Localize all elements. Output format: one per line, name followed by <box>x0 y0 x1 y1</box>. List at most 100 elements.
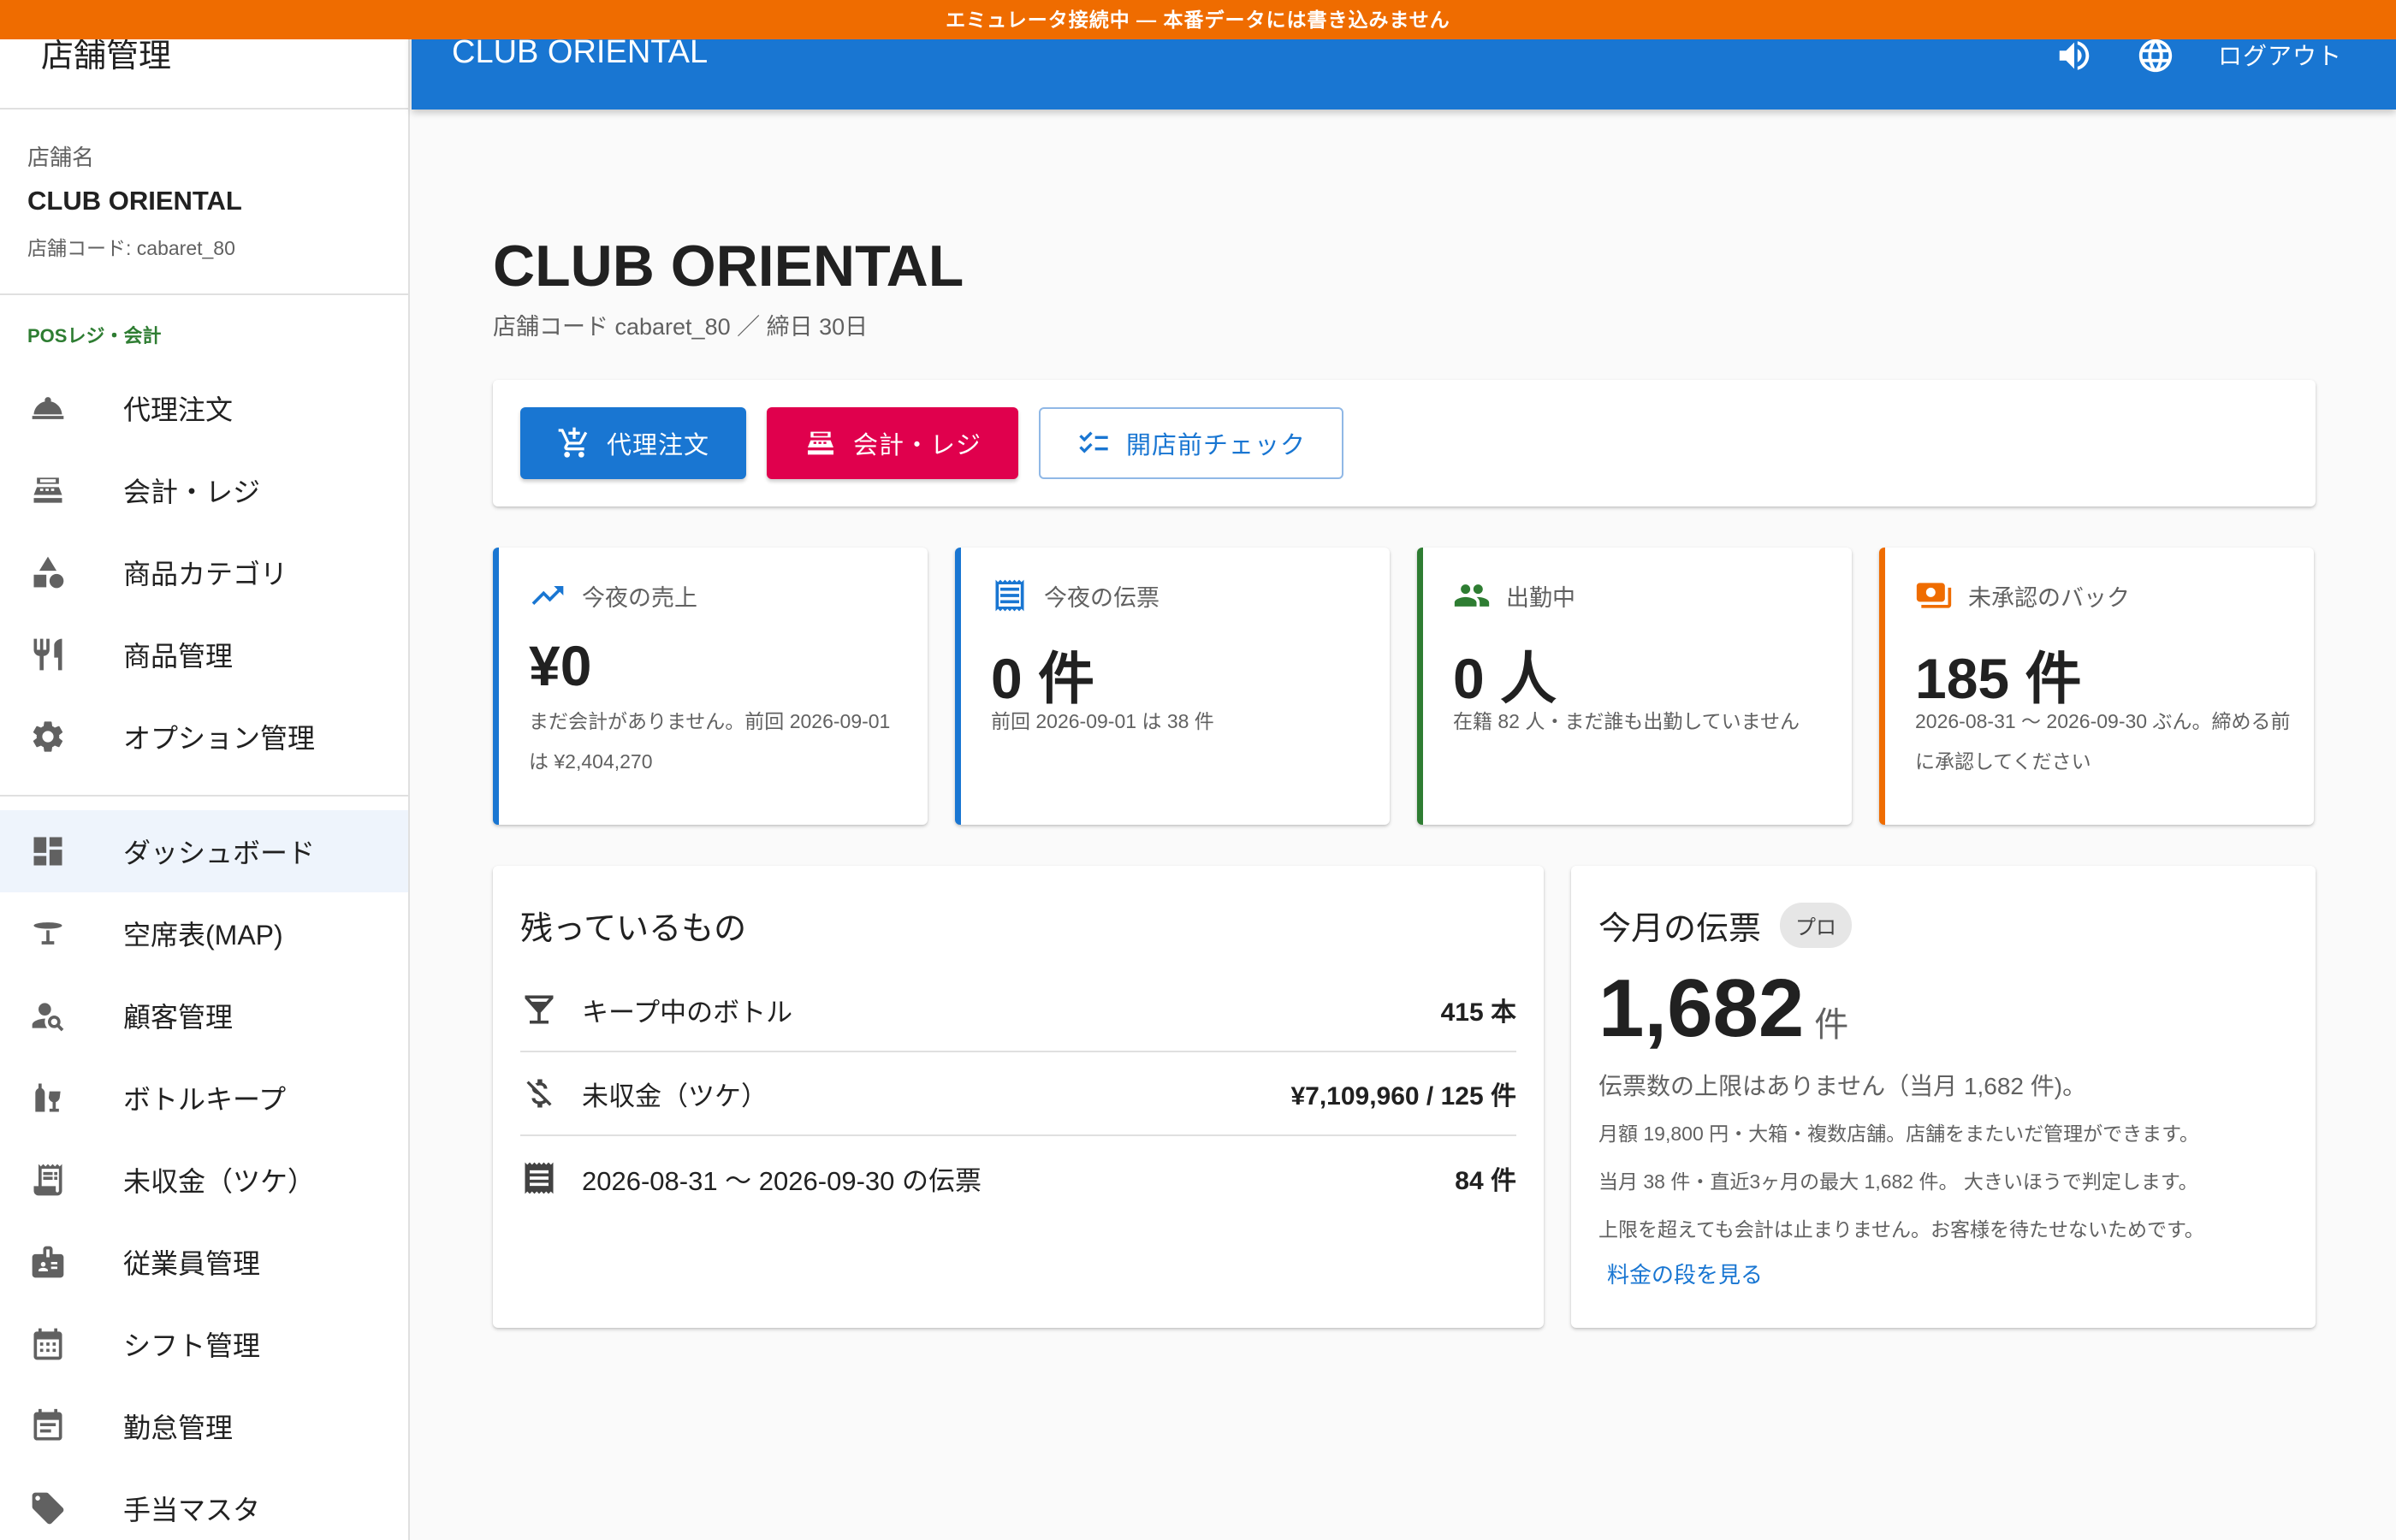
month-count: 1,682 <box>1598 962 1805 1054</box>
precheck-button[interactable]: 開店前チェック <box>1039 407 1343 479</box>
cocktail-icon <box>525 995 554 1024</box>
sidebar-item-label: 会計・レジ <box>123 477 261 507</box>
sidebar-item-seat-map[interactable]: 空席表(MAP) <box>0 892 408 974</box>
receipt-long-icon <box>995 579 1024 612</box>
stat-note: 前回 2026-09-01 は 38 件 <box>991 710 1214 732</box>
sidebar-item-bottle-keep[interactable]: ボトルキープ <box>0 1057 408 1139</box>
cash-register-icon <box>27 470 68 511</box>
sidebar-item-dashboard[interactable]: ダッシュボード <box>0 810 408 892</box>
sidebar-item-receivables[interactable]: 未収金（ツケ） <box>0 1139 408 1221</box>
register-label: 会計・レジ <box>852 432 982 459</box>
store-code: 店舗コード: cabaret_80 <box>27 237 235 259</box>
person-search-icon <box>27 995 68 1036</box>
sidebar-item-products[interactable]: 商品管理 <box>0 613 408 696</box>
people-icon <box>1454 584 1490 607</box>
event-note-icon <box>27 1406 68 1447</box>
badge-icon <box>27 1241 68 1282</box>
month-title-row: 今月の伝票 プロ <box>1598 902 1853 949</box>
remaining-label: キープ中のボトル <box>582 997 793 1028</box>
sidebar-item-label: ダッシュボード <box>123 838 316 868</box>
logout-button[interactable]: ログアウト <box>2218 38 2342 72</box>
stat-note: 在籍 82 人・まだ誰も出勤していません <box>1453 710 1800 732</box>
remaining-value: 84 件 <box>1455 1167 1516 1195</box>
proxy-order-label: 代理注文 <box>606 432 709 459</box>
sidebar-item-label: 手当マスタ <box>123 1495 261 1525</box>
stat-value: ¥0 <box>529 634 592 697</box>
pricing-tiers-link[interactable]: 料金の段を見る <box>1607 1258 1763 1289</box>
globe-icon[interactable] <box>2136 36 2175 75</box>
sidebar-item-label: 代理注文 <box>123 394 234 425</box>
month-unit: 件 <box>1814 1006 1849 1044</box>
stat-note: 2026-08-31 〜 2026-09-30 ぶん。締める前に承認してください <box>1915 710 2291 773</box>
volume-icon[interactable] <box>2055 36 2094 75</box>
cash-register-icon <box>807 431 833 455</box>
sidebar-item-attendance[interactable]: 勤怠管理 <box>0 1385 408 1467</box>
stat-card-slips: 今夜の伝票 0 件 前回 2026-09-01 は 38 件 <box>955 548 1390 825</box>
stat-label: 今夜の伝票 <box>1044 584 1159 611</box>
category-icon <box>27 552 68 593</box>
month-title: 今月の伝票 <box>1598 911 1762 947</box>
receipt-icon <box>27 1159 68 1200</box>
sidebar-item-label: 勤怠管理 <box>123 1413 234 1443</box>
stat-card-unapproved-back: 未承認のバック 185 件 2026-08-31 〜 2026-09-30 ぶん… <box>1879 548 2314 825</box>
app-bar-title: CLUB ORIENTAL <box>452 34 709 70</box>
remaining-title: 残っているもの <box>520 911 747 947</box>
plan-chip: プロ <box>1780 903 1853 948</box>
store-info: 店舗名 CLUB ORIENTAL 店舗コード: cabaret_80 <box>0 110 408 295</box>
gear-icon <box>27 716 68 757</box>
sidebar-item-label: 空席表(MAP) <box>123 920 283 951</box>
sidebar-item-label: 顧客管理 <box>123 1002 234 1033</box>
tag-icon <box>27 1488 68 1529</box>
stat-label: 未承認のバック <box>1968 584 2130 611</box>
sidebar-item-label: ボトルキープ <box>123 1084 287 1115</box>
store-label: 店舗名 <box>27 145 95 170</box>
sidebar-divider <box>0 795 408 797</box>
restaurant-icon <box>27 634 68 675</box>
room-service-icon <box>27 388 68 429</box>
bottle-icon <box>27 1077 68 1118</box>
stat-label: 今夜の売上 <box>582 584 697 611</box>
section-pos: POSレジ・会計 <box>27 325 162 346</box>
sidebar-item-label: 未収金（ツケ） <box>123 1166 316 1197</box>
remaining-card: 残っているもの キープ中のボトル 415 本 未収金（ツケ） ¥7,109,96… <box>493 866 1544 1328</box>
remaining-label: 未収金（ツケ） <box>582 1081 768 1111</box>
sidebar-item-proxy-order[interactable]: 代理注文 <box>0 367 408 449</box>
stat-card-sales: 今夜の売上 ¥0 まだ会計がありません。前回 2026-09-01 は ¥2,4… <box>493 548 928 825</box>
page-subtitle: 店舗コード cabaret_80 ／ 締日 30日 <box>493 314 869 340</box>
remaining-value: ¥7,109,960 / 125 件 <box>1290 1082 1516 1111</box>
sidebar-item-label: シフト管理 <box>123 1330 261 1361</box>
dashboard-icon <box>27 831 68 872</box>
sidebar-item-allowance[interactable]: 手当マスタ <box>0 1467 408 1540</box>
sidebar: 店舗管理 店舗名 CLUB ORIENTAL 店舗コード: cabaret_80… <box>0 0 410 1540</box>
receipt-long-icon <box>525 1162 554 1194</box>
stat-note: まだ会計がありません。前回 2026-09-01 は ¥2,404,270 <box>529 710 891 773</box>
add-cart-icon <box>558 427 588 458</box>
trending-up-icon <box>531 586 564 605</box>
table-icon <box>27 913 68 954</box>
month-slips-card: 今月の伝票 プロ 1,682 件 伝票数の上限はありません（当月 1,682 件)… <box>1571 866 2316 1328</box>
stat-card-attendance: 出勤中 0 人 在籍 82 人・まだ誰も出勤していません <box>1417 548 1852 825</box>
month-judge-text: 当月 38 件・直近3ヶ月の最大 1,682 件。 大きいほうで判定します。 <box>1598 1170 2198 1193</box>
remaining-value: 415 本 <box>1440 998 1516 1027</box>
remaining-row-bottles: キープ中のボトル 415 本 <box>520 968 1516 1052</box>
sidebar-item-customers[interactable]: 顧客管理 <box>0 974 408 1057</box>
proxy-order-button[interactable]: 代理注文 <box>520 407 746 479</box>
stat-label: 出勤中 <box>1506 584 1575 611</box>
calendar-icon <box>27 1324 68 1365</box>
remaining-row-slips: 2026-08-31 〜 2026-09-30 の伝票 84 件 <box>520 1136 1516 1220</box>
month-note-text: 上限を超えても会計は止まりません。お客様を待たせないためです。 <box>1598 1218 2204 1241</box>
month-plan-text: 月額 19,800 円・大箱・複数店舗。店舗をまたいだ管理ができます。 <box>1598 1122 2199 1145</box>
sidebar-item-options[interactable]: オプション管理 <box>0 696 408 778</box>
sidebar-item-register[interactable]: 会計・レジ <box>0 449 408 531</box>
sidebar-item-label: 従業員管理 <box>123 1248 261 1279</box>
register-button[interactable]: 会計・レジ <box>767 407 1018 479</box>
action-card: 代理注文 会計・レジ 開店前チェック <box>493 380 2316 506</box>
page-title: CLUB ORIENTAL <box>493 234 964 299</box>
precheck-label: 開店前チェック <box>1125 432 1306 459</box>
sidebar-item-staff[interactable]: 従業員管理 <box>0 1221 408 1303</box>
sidebar-item-label: 商品管理 <box>123 641 234 672</box>
month-limit-text: 伝票数の上限はありません（当月 1,682 件)。 <box>1598 1073 2087 1099</box>
sidebar-item-category[interactable]: 商品カテゴリ <box>0 531 408 613</box>
payments-icon <box>1916 583 1952 608</box>
sidebar-item-shift[interactable]: シフト管理 <box>0 1303 408 1385</box>
